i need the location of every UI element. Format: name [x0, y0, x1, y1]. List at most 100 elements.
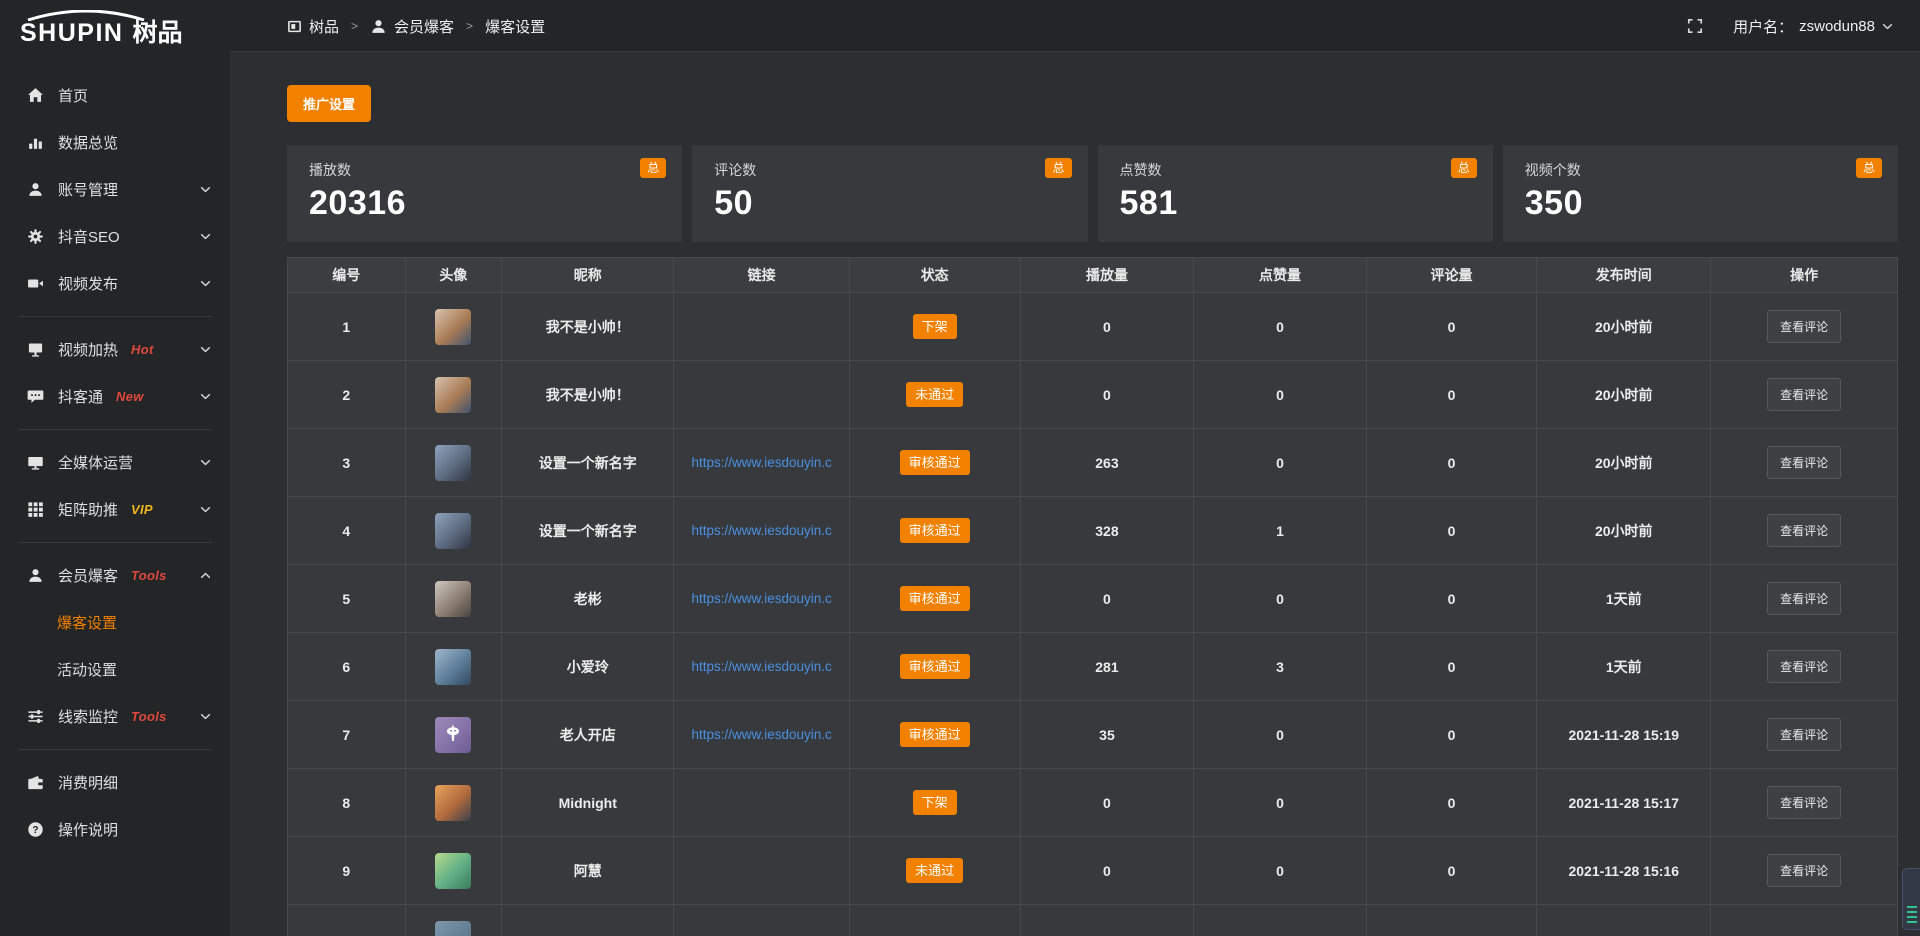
cell-actions: 查看评论 [1711, 769, 1898, 837]
sidebar-item-operation-guide[interactable]: ?操作说明 [0, 806, 230, 853]
view-comments-button[interactable]: 查看评论 [1767, 854, 1841, 887]
cell-link: https://www.iesdouyin.c [674, 429, 849, 497]
cell-actions: 查看评论 [1711, 565, 1898, 633]
cell-likes: 0 [1194, 361, 1366, 429]
sidebar-subitem-activity-settings[interactable]: 活动设置 [0, 646, 230, 693]
sidebar-item-clue-monitor[interactable]: 线索监控Tools [0, 693, 230, 740]
video-link[interactable]: https://www.iesdouyin.c [675, 591, 847, 606]
cell-status: 下架 [849, 293, 1020, 361]
sidebar-divider [18, 542, 212, 543]
chevron-down-icon [1881, 20, 1894, 33]
video-link[interactable]: https://www.iesdouyin.c [675, 659, 847, 674]
sidebar-item-label: 数据总览 [58, 132, 118, 153]
monitor-icon [26, 454, 44, 471]
chevron-down-icon [199, 343, 212, 356]
cell-likes: 0 [1194, 565, 1366, 633]
sidebar: 首页数据总览账号管理抖音SEO 视频发布视频加热Hot抖客通New 全媒体运营矩阵助… [0, 52, 230, 936]
breadcrumb-item[interactable]: 爆客设置 [485, 16, 545, 37]
breadcrumb: 树品>会员爆客>爆客设置 [287, 16, 545, 37]
cell-nickname: 阿慧 [502, 837, 674, 905]
cell-status: 审核通过 [849, 633, 1020, 701]
sidebar-item-label: 全媒体运营 [58, 452, 133, 473]
cell-publish-time: 20小时前 [1537, 293, 1711, 361]
breadcrumb-item[interactable]: 树品 [287, 16, 339, 37]
chevron-down-icon [199, 710, 212, 723]
cell-link [674, 361, 849, 429]
status-badge: 审核通过 [900, 722, 970, 747]
breadcrumb-item[interactable]: 会员爆客 [370, 16, 454, 37]
widget-bar [1907, 906, 1917, 908]
user-icon [370, 18, 387, 35]
cell-comments: 0 [1366, 565, 1537, 633]
chevron-down-icon [199, 390, 212, 403]
table-row: 4设置一个新名字https://www.iesdouyin.c审核通过32810… [288, 497, 1898, 565]
fullscreen-icon[interactable] [1687, 18, 1703, 34]
sidebar-item-douketong[interactable]: 抖客通New [0, 373, 230, 420]
sidebar-item-data-overview[interactable]: 数据总览 [0, 119, 230, 166]
cell-id: 5 [288, 565, 406, 633]
cell-comments: 0 [1366, 293, 1537, 361]
cell-link [674, 769, 849, 837]
column-header: 链接 [674, 258, 849, 293]
cell-likes: 0 [1194, 701, 1366, 769]
view-comments-button[interactable]: 查看评论 [1767, 786, 1841, 819]
sidebar-item-video-publish[interactable]: 视频发布 [0, 260, 230, 307]
table-header-row: 编号头像昵称链接状态播放量点赞量评论量发布时间操作 [288, 258, 1898, 293]
chevron-up-icon [199, 569, 212, 582]
view-comments-button[interactable]: 查看评论 [1767, 446, 1841, 479]
chevron-down-icon [199, 230, 212, 243]
view-comments-button[interactable]: 查看评论 [1767, 514, 1841, 547]
status-badge: 审核通过 [900, 450, 970, 475]
sidebar-subitem-label: 活动设置 [57, 659, 117, 680]
cell-link [674, 905, 849, 936]
view-comments-button[interactable]: 查看评论 [1767, 378, 1841, 411]
cell-publish-time: 20小时前 [1537, 497, 1711, 565]
column-header: 发布时间 [1537, 258, 1711, 293]
cell-link: https://www.iesdouyin.c [674, 701, 849, 769]
cell-avatar [405, 429, 502, 497]
cell-link: https://www.iesdouyin.c [674, 565, 849, 633]
user-menu[interactable]: 用户名： zswodun88 [1733, 16, 1894, 37]
sidebar-item-member-baoke[interactable]: 会员爆客Tools [0, 552, 230, 599]
sidebar-item-video-heat[interactable]: 视频加热Hot [0, 326, 230, 373]
username-value: zswodun88 [1799, 18, 1875, 35]
sidebar-divider [18, 749, 212, 750]
cell-likes: 0 [1194, 293, 1366, 361]
topbar: SHUPIN 树品 树品>会员爆客>爆客设置 用户名： zswodun88 [0, 0, 1920, 52]
screen-icon [26, 341, 44, 358]
cell-plays: 0 [1020, 565, 1194, 633]
cell-nickname: 我不是小帅！ [502, 293, 674, 361]
cell-actions: 查看评论 [1711, 293, 1898, 361]
cell-avatar [405, 293, 502, 361]
sidebar-item-label: 抖音SEO [58, 226, 120, 247]
column-header: 头像 [405, 258, 502, 293]
sidebar-item-account-management[interactable]: 账号管理 [0, 166, 230, 213]
cell-link [674, 837, 849, 905]
sidebar-item-consumption-detail[interactable]: 消费明细 [0, 759, 230, 806]
video-link[interactable]: https://www.iesdouyin.c [675, 523, 847, 538]
table-row: 8Midnight下架0002021-11-28 15:17查看评论 [288, 769, 1898, 837]
promo-settings-button[interactable]: 推广设置 [287, 85, 371, 122]
view-comments-button[interactable]: 查看评论 [1767, 718, 1841, 751]
cell-link: https://www.iesdouyin.c [674, 633, 849, 701]
video-link[interactable]: https://www.iesdouyin.c [675, 727, 847, 742]
view-comments-button[interactable]: 查看评论 [1767, 310, 1841, 343]
status-badge: 未通过 [906, 382, 963, 407]
table-row: 3设置一个新名字https://www.iesdouyin.c审核通过26300… [288, 429, 1898, 497]
sidebar-item-home[interactable]: 首页 [0, 72, 230, 119]
cell-publish-time: 2021-11-28 15:17 [1537, 769, 1711, 837]
view-comments-button[interactable]: 查看评论 [1767, 582, 1841, 615]
sidebar-subitem-baoke-settings[interactable]: 爆客设置 [0, 599, 230, 646]
sidebar-item-tag: Tools [131, 568, 167, 583]
sidebar-item-media-operation[interactable]: 全媒体运营 [0, 439, 230, 486]
avatar [435, 445, 471, 481]
sidebar-item-matrix-boost[interactable]: 矩阵助推VIP [0, 486, 230, 533]
video-link[interactable]: https://www.iesdouyin.c [675, 455, 847, 470]
chat-icon [26, 388, 44, 405]
floating-tool-widget[interactable] [1902, 868, 1920, 930]
stat-total-badge: 总 [1451, 158, 1477, 178]
stat-card-label: 评论数 [714, 160, 1065, 180]
sidebar-item-douyin-seo[interactable]: 抖音SEO [0, 213, 230, 260]
view-comments-button[interactable]: 查看评论 [1767, 650, 1841, 683]
cell-plays: 35 [1020, 701, 1194, 769]
